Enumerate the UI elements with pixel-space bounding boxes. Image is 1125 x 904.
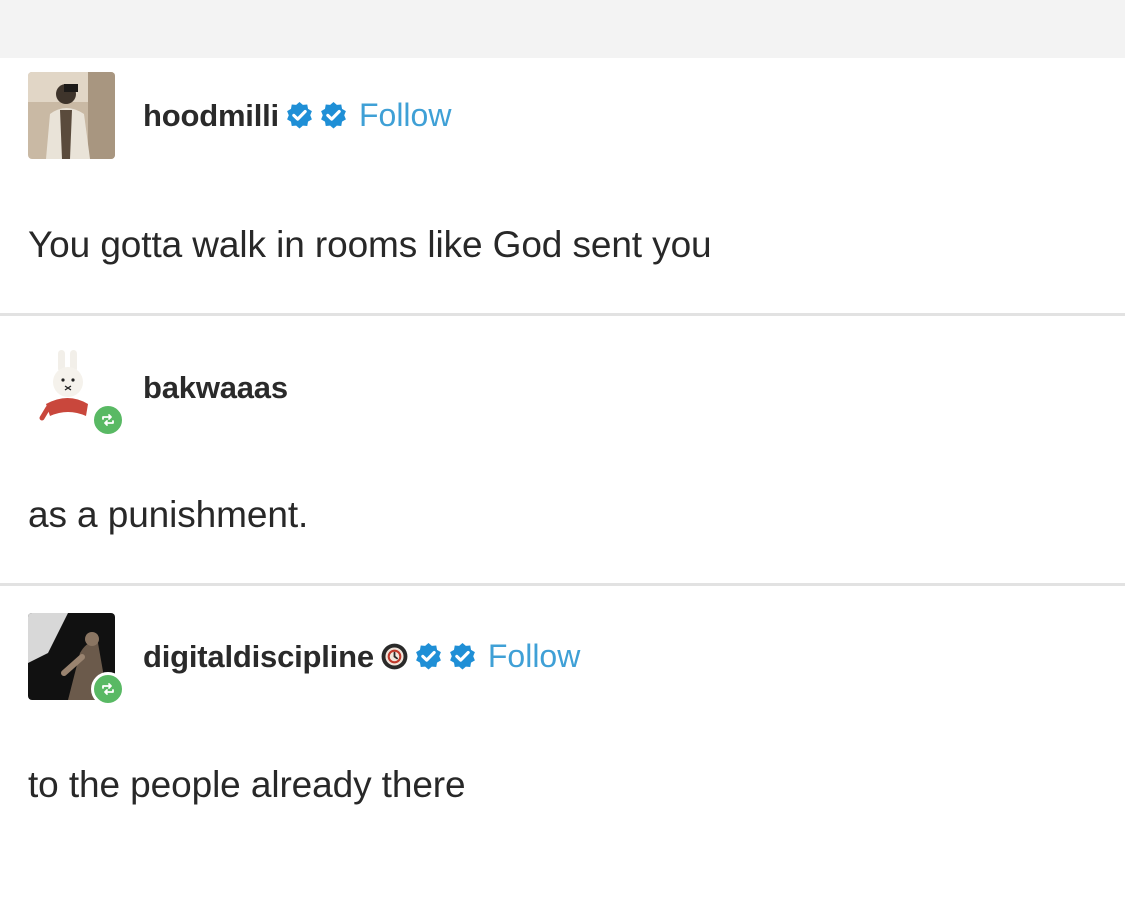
top-strip xyxy=(0,0,1125,58)
username[interactable]: digitaldiscipline xyxy=(143,639,374,675)
post-header: hoodmilli Follow xyxy=(28,72,451,159)
reblog-icon xyxy=(91,403,125,437)
username[interactable]: bakwaaas xyxy=(143,370,288,406)
verified-badge-icon xyxy=(447,641,478,672)
post-text: as a punishment. xyxy=(28,494,309,535)
post-header: digitaldiscipline Follow xyxy=(28,613,580,706)
verified-badge-icon xyxy=(318,100,349,131)
post-text: to the people already there xyxy=(28,764,466,805)
verified-badge-icon xyxy=(413,641,444,672)
person-photo-avatar xyxy=(28,72,115,159)
post-bakwaaas: bakwaaas as a punishment. xyxy=(0,316,1125,583)
post-header: bakwaaas xyxy=(28,344,288,437)
post-hoodmilli: hoodmilli Follow You gotta walk in rooms… xyxy=(0,58,1125,313)
clock-badge-icon xyxy=(379,641,410,672)
avatar-digitaldiscipline[interactable] xyxy=(28,613,125,706)
reblog-icon xyxy=(91,672,125,706)
follow-button[interactable]: Follow xyxy=(488,638,580,675)
avatar-bakwaaas[interactable] xyxy=(28,344,125,437)
username[interactable]: hoodmilli xyxy=(143,98,279,134)
follow-button[interactable]: Follow xyxy=(359,97,451,134)
post-text: You gotta walk in rooms like God sent yo… xyxy=(28,224,712,265)
avatar-hoodmilli[interactable] xyxy=(28,72,115,159)
post-digitaldiscipline: digitaldiscipline Follow to the people a… xyxy=(0,586,1125,904)
verified-badge-icon xyxy=(284,100,315,131)
